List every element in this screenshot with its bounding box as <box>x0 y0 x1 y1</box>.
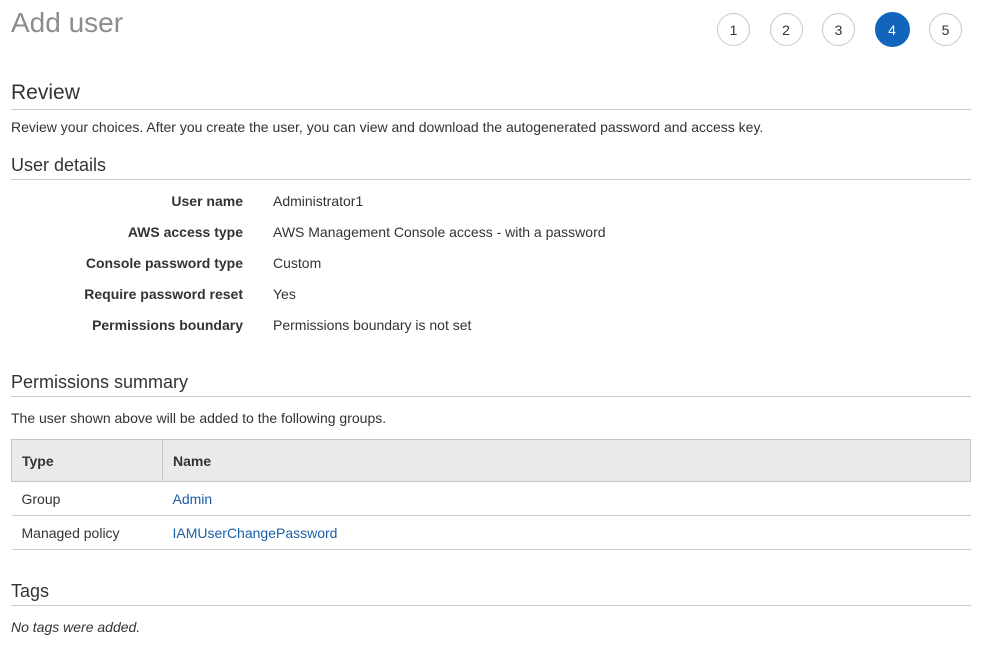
user-details-heading: User details <box>11 153 971 180</box>
detail-value: Administrator1 <box>273 193 364 209</box>
detail-value: Permissions boundary is not set <box>273 317 472 333</box>
detail-value: AWS Management Console access - with a p… <box>273 224 606 240</box>
column-header-name: Name <box>162 439 971 482</box>
tags-heading: Tags <box>11 579 971 606</box>
table-row: Managed policy IAMUserChangePassword <box>11 515 971 550</box>
permissions-summary-heading: Permissions summary <box>11 370 971 397</box>
policy-link[interactable]: IAMUserChangePassword <box>173 525 338 541</box>
detail-value: Custom <box>273 255 322 271</box>
cell-type: Group <box>11 481 163 516</box>
group-admin-link[interactable]: Admin <box>173 491 213 507</box>
detail-row-password-reset: Require password reset Yes <box>0 285 700 316</box>
detail-value: Yes <box>273 286 296 302</box>
detail-row-password-type: Console password type Custom <box>0 254 700 285</box>
column-header-type: Type <box>11 439 163 482</box>
detail-label: Permissions boundary <box>92 317 243 333</box>
detail-label: AWS access type <box>127 224 243 240</box>
review-description: Review your choices. After you create th… <box>11 119 764 135</box>
step-4-current[interactable]: 4 <box>874 12 910 47</box>
step-1[interactable]: 1 <box>717 13 750 46</box>
cell-type: Managed policy <box>11 515 163 550</box>
detail-row-permissions-boundary: Permissions boundary Permissions boundar… <box>0 316 700 347</box>
detail-row-access-type: AWS access type AWS Management Console a… <box>0 223 700 254</box>
step-5[interactable]: 5 <box>929 13 962 46</box>
permissions-description: The user shown above will be added to th… <box>11 410 387 426</box>
detail-label: Require password reset <box>84 286 243 302</box>
cell-name: IAMUserChangePassword <box>162 515 971 550</box>
page-title: Add user <box>11 7 124 38</box>
user-details-list: User name Administrator1 AWS access type… <box>0 192 700 347</box>
add-user-page: Add user 1 2 3 4 5 Review Review your ch… <box>0 0 992 667</box>
step-3[interactable]: 3 <box>822 13 855 46</box>
detail-row-user-name: User name Administrator1 <box>0 192 700 223</box>
wizard-steps: 1 2 3 4 5 <box>717 12 982 47</box>
step-2[interactable]: 2 <box>769 13 803 46</box>
detail-label: Console password type <box>85 255 243 271</box>
detail-label: User name <box>171 193 243 209</box>
table-row: Group Admin <box>11 481 971 516</box>
tags-empty-text: No tags were added. <box>11 619 141 635</box>
permissions-table: Type Name Group Admin Managed policy IAM… <box>11 439 971 550</box>
cell-name: Admin <box>162 481 971 516</box>
table-header-row: Type Name <box>11 439 971 482</box>
review-heading: Review <box>11 79 971 110</box>
